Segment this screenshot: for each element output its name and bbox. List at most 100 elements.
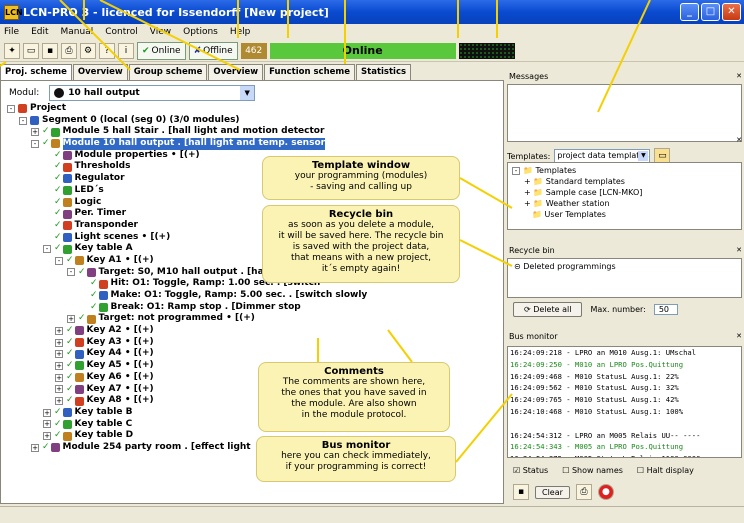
max-number-input[interactable]: 50	[653, 304, 678, 315]
online-button[interactable]: ✔ Online	[137, 41, 186, 60]
node-icon	[74, 373, 84, 383]
expand-icon[interactable]: +	[67, 315, 75, 324]
menu-options[interactable]: Options	[183, 27, 218, 37]
template-item[interactable]: 📁 User Templates	[512, 209, 737, 220]
expand-icon[interactable]: -	[43, 245, 51, 254]
tree-node[interactable]: ✓ Break: O1: Ramp stop . [Dimmer stop	[7, 302, 501, 314]
expand-icon[interactable]: +	[55, 361, 63, 370]
expand-icon[interactable]: -	[7, 104, 15, 113]
modul-value: 10 hall output	[68, 88, 140, 98]
delete-all-button[interactable]: ⟳ Delete all	[513, 302, 583, 317]
expand-icon[interactable]: +	[43, 432, 51, 441]
expand-icon[interactable]: +	[31, 128, 39, 137]
templates-select[interactable]: project data templates	[554, 149, 651, 163]
menu-bar: File Edit Manual Control View Options He…	[0, 24, 744, 39]
expand-icon[interactable]: +	[55, 350, 63, 359]
comments-callout-title: Comments	[324, 366, 384, 377]
info-icon[interactable]: i	[118, 42, 134, 59]
tab-proj-scheme[interactable]: Proj. scheme	[0, 64, 72, 80]
tree-node-label: Make: O1: Toggle, Ramp: 5.00 sec. . [swi…	[110, 290, 368, 300]
open-folder-icon[interactable]: ▭	[23, 42, 39, 59]
module-icon	[54, 88, 65, 98]
clear-button[interactable]: Clear	[535, 485, 570, 499]
expand-icon[interactable]: +	[55, 326, 63, 335]
modul-select[interactable]: 10 hall output ▼	[49, 85, 256, 101]
halt-display-checkbox[interactable]: ☐ Halt display	[637, 466, 694, 475]
tree-node[interactable]: ✓ Make: O1: Toggle, Ramp: 5.00 sec. . [sw…	[7, 290, 501, 302]
menu-view[interactable]: View	[150, 27, 171, 37]
expand-icon[interactable]: +	[43, 420, 51, 429]
expand-icon[interactable]: -	[55, 256, 63, 265]
recycle-item[interactable]: ⊝ Deleted programmings	[514, 261, 735, 272]
show-names-checkbox[interactable]: ☐ Show names	[562, 466, 623, 475]
bus-header: Bus monitor ✕	[507, 332, 744, 342]
menu-edit[interactable]: Edit	[31, 27, 48, 37]
tab-function-scheme[interactable]: Function scheme	[264, 64, 356, 80]
close-button[interactable]: ✕	[722, 3, 741, 21]
tree-node[interactable]: - ✓ Module 10 hall output . [hall light an…	[7, 138, 501, 150]
tab-overview-2[interactable]: Overview	[208, 64, 264, 80]
menu-manual[interactable]: Manual	[61, 27, 94, 37]
recycle-controls: ⟳ Delete all Max. number: 50	[513, 302, 678, 317]
template-root[interactable]: - 📁 Templates	[512, 165, 737, 176]
tree-node[interactable]: - Project	[7, 103, 501, 115]
record-icon[interactable]: ●	[597, 484, 614, 500]
tab-group-scheme[interactable]: Group scheme	[128, 64, 208, 80]
bus-title: Bus monitor	[509, 332, 558, 341]
close-icon[interactable]: ✕	[736, 246, 742, 254]
save-icon[interactable]: ▪	[42, 42, 58, 59]
node-icon	[62, 244, 72, 254]
expand-icon[interactable]: -	[31, 139, 39, 148]
close-icon[interactable]: ✕	[736, 136, 742, 144]
template-item[interactable]: + 📁 Sample case [LCN-MKO]	[512, 187, 737, 198]
menu-help[interactable]: Help	[230, 27, 251, 37]
expand-icon[interactable]: +	[55, 338, 63, 347]
log-line: 16:24:54:343 - M005 an LPRO Pos.Quittung	[510, 442, 684, 452]
tree-node[interactable]: + ✓ Key A2 • [(+)	[7, 325, 501, 337]
expand-icon[interactable]: -	[19, 116, 27, 125]
expand-icon[interactable]: +	[55, 373, 63, 382]
tools-icon[interactable]: ⚙	[80, 42, 96, 59]
tree-node-label: Transponder	[74, 219, 138, 230]
expand-icon[interactable]: +	[55, 385, 63, 394]
tree-node[interactable]: + ✓ Target: not programmed • [(+)	[7, 313, 501, 325]
tree-node[interactable]: - Segment 0 (local (seg 0) (3/0 modules)	[7, 115, 501, 127]
template-item[interactable]: + 📁 Standard templates	[512, 176, 737, 187]
expand-icon[interactable]: +	[31, 443, 39, 452]
menu-control[interactable]: Control	[105, 27, 138, 37]
bus-callout: Bus monitor here you can check immediate…	[256, 436, 456, 482]
print-icon[interactable]: ⎙	[575, 484, 592, 500]
template-callout: Template window your programming (module…	[262, 156, 460, 200]
node-icon	[50, 127, 60, 137]
tree-node-label: Light scenes • [(+)	[74, 231, 171, 242]
close-icon[interactable]: ✕	[736, 72, 742, 80]
minimize-button[interactable]: _	[680, 3, 699, 21]
log-line: 16:24:09:765 - M010 StatusL Ausg.1: 42%	[510, 395, 679, 405]
comments-callout-body: The comments are shown here, the ones th…	[281, 377, 427, 420]
print-icon[interactable]: ⎙	[61, 42, 77, 59]
node-icon	[62, 431, 72, 441]
message-count: 462	[240, 42, 267, 59]
expand-icon[interactable]: +	[55, 397, 63, 406]
tree-node[interactable]: + ✓ Module 5 hall Stair . [hall light and …	[7, 126, 501, 138]
tab-statistics[interactable]: Statistics	[356, 64, 412, 80]
expand-icon[interactable]: +	[43, 408, 51, 417]
expand-icon[interactable]: -	[67, 268, 75, 277]
modul-label: Modul:	[9, 88, 40, 98]
close-icon[interactable]: ✕	[736, 332, 742, 340]
online-label: Online	[151, 45, 181, 56]
maximize-button[interactable]: □	[701, 3, 720, 21]
status-checkbox[interactable]: ☑ Status	[513, 466, 548, 475]
new-icon[interactable]: ✦	[4, 42, 20, 59]
tab-overview[interactable]: Overview	[72, 64, 128, 80]
help-icon[interactable]: ?	[99, 42, 115, 59]
offline-button[interactable]: ✘ Offline	[188, 41, 238, 60]
recycle-callout-body: as soon as you delete a module, it will …	[278, 220, 444, 274]
save-icon[interactable]: ▪	[513, 484, 529, 500]
node-icon	[74, 338, 84, 348]
tree-node[interactable]: + ✓ Key A4 • [(+)	[7, 348, 501, 360]
tree-node[interactable]: + ✓ Key A3 • [(+)	[7, 337, 501, 349]
template-item[interactable]: + 📁 Weather station	[512, 198, 737, 209]
comments-callout: Comments The comments are shown here, th…	[258, 362, 450, 432]
menu-file[interactable]: File	[4, 27, 19, 37]
